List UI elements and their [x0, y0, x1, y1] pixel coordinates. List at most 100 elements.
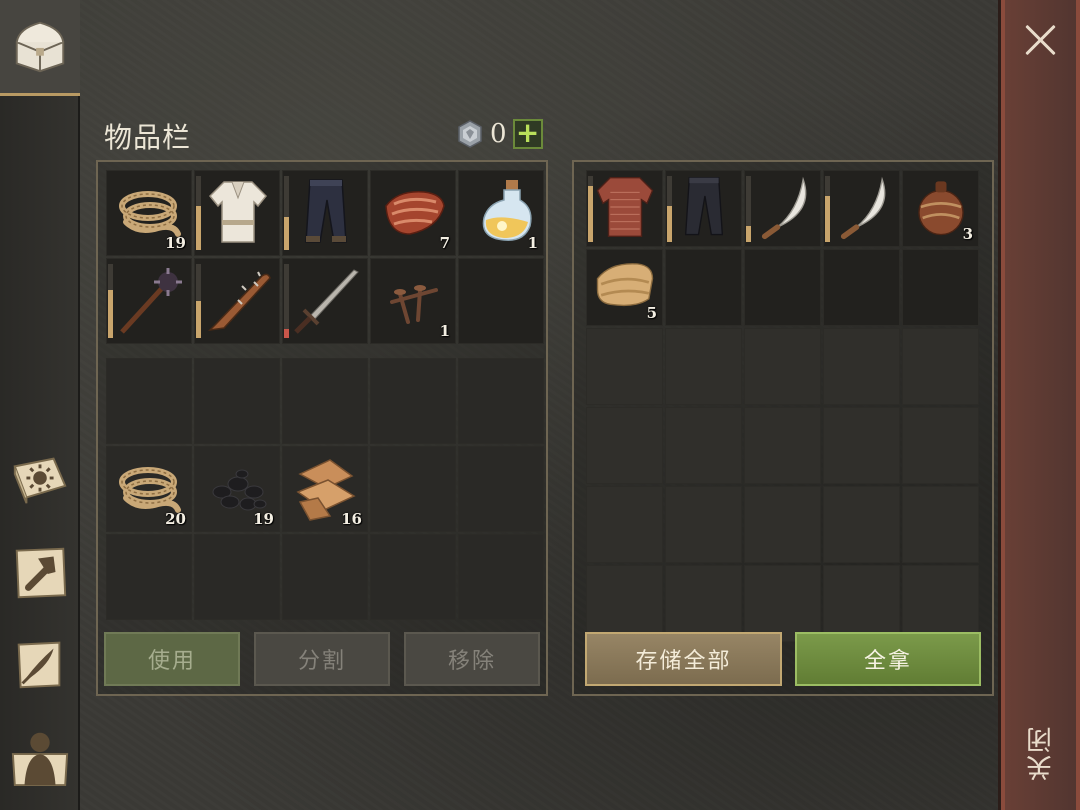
- empty-slot[interactable]: [458, 358, 544, 444]
- empty-slot[interactable]: [744, 328, 821, 405]
- item-quantity: 19: [165, 234, 186, 252]
- empty-slot[interactable]: [194, 358, 280, 444]
- empty-slot[interactable]: [744, 486, 821, 563]
- item-slot-coal[interactable]: 19: [194, 446, 280, 532]
- inventory-title: 物品栏: [104, 121, 192, 154]
- journal-sun-icon[interactable]: [8, 446, 72, 510]
- close-panel[interactable]: 关闭: [998, 0, 1080, 810]
- linen-shirt-icon: [202, 176, 274, 248]
- durability-bar: [196, 264, 201, 338]
- empty-slot[interactable]: [106, 358, 192, 444]
- sidebar: [0, 0, 80, 810]
- empty-slot[interactable]: [586, 328, 663, 405]
- empty-slot[interactable]: [194, 534, 280, 620]
- item-quantity: 1: [439, 322, 450, 340]
- empty-slot[interactable]: [665, 249, 742, 326]
- durability-bar: [284, 264, 289, 338]
- scroll-feather-icon[interactable]: [8, 632, 72, 696]
- empty-slot[interactable]: [370, 534, 456, 620]
- empty-slot[interactable]: [458, 446, 544, 532]
- item-slot-raw-meat[interactable]: 7: [370, 170, 456, 256]
- sidebar-tab-inventory[interactable]: [0, 0, 80, 96]
- inventory-grid: 19 7 1 1: [106, 170, 544, 344]
- durability-bar: [196, 176, 201, 250]
- item-slot-chainmail[interactable]: [586, 170, 663, 247]
- empty-slot[interactable]: [744, 565, 821, 642]
- empty-slot[interactable]: [823, 407, 900, 484]
- add-currency-button[interactable]: +: [512, 119, 543, 149]
- sickle-icon: [829, 174, 895, 240]
- item-slot-rope[interactable]: 20: [106, 446, 192, 532]
- item-slot-linen-shirt[interactable]: [194, 170, 280, 256]
- item-slot-potion-flask[interactable]: 1: [458, 170, 544, 256]
- durability-bar: [588, 176, 593, 242]
- item-slot-sickle[interactable]: [823, 170, 900, 247]
- currency-value: 0: [490, 119, 507, 149]
- empty-slot[interactable]: [586, 407, 663, 484]
- item-slot-cloth[interactable]: 5: [586, 249, 663, 326]
- item-slot-dark-trousers[interactable]: [665, 170, 742, 247]
- remove-button[interactable]: 移除: [404, 632, 540, 686]
- empty-slot[interactable]: [902, 407, 979, 484]
- empty-slot[interactable]: [744, 407, 821, 484]
- empty-slot[interactable]: [282, 358, 368, 444]
- empty-slot[interactable]: [106, 534, 192, 620]
- spiked-club-icon: [202, 264, 274, 336]
- empty-slot[interactable]: [823, 249, 900, 326]
- item-slot-sickle[interactable]: [744, 170, 821, 247]
- empty-slot[interactable]: [370, 446, 456, 532]
- durability-bar: [746, 176, 751, 242]
- item-quantity: 20: [165, 510, 186, 528]
- durability-bar: [667, 176, 672, 242]
- empty-slot[interactable]: [586, 565, 663, 642]
- item-slot-spiked-club[interactable]: [194, 258, 280, 344]
- inventory-panel: 19 7 1 1 20 19 16: [96, 160, 548, 696]
- empty-slot[interactable]: [458, 534, 544, 620]
- empty-slot[interactable]: [902, 486, 979, 563]
- empty-slot[interactable]: [902, 565, 979, 642]
- item-slot-sword[interactable]: [282, 258, 368, 344]
- empty-slot[interactable]: [823, 565, 900, 642]
- item-slot-waterskin[interactable]: 3: [902, 170, 979, 247]
- empty-slot[interactable]: [282, 534, 368, 620]
- durability-bar: [284, 176, 289, 250]
- empty-slot[interactable]: [823, 328, 900, 405]
- item-slot-rope[interactable]: 19: [106, 170, 192, 256]
- take-all-button[interactable]: 全拿: [795, 632, 981, 686]
- dark-trousers-icon: [671, 174, 737, 240]
- empty-slot[interactable]: [665, 486, 742, 563]
- empty-slot[interactable]: [744, 249, 821, 326]
- storage-grid: 35: [586, 170, 979, 642]
- chainmail-icon: [592, 174, 658, 240]
- currency-display: 0 +: [456, 118, 543, 150]
- durability-bar: [825, 176, 830, 242]
- item-slot-nails[interactable]: 1: [370, 258, 456, 344]
- item-slot-leather-scraps[interactable]: 16: [282, 446, 368, 532]
- empty-slot[interactable]: [902, 328, 979, 405]
- empty-slot[interactable]: [665, 407, 742, 484]
- item-quantity: 1: [527, 234, 538, 252]
- gem-coin-icon: [458, 120, 482, 148]
- bag-grid: 20 19 16: [106, 358, 544, 620]
- empty-slot[interactable]: [823, 486, 900, 563]
- item-slot-spiked-mace[interactable]: [106, 258, 192, 344]
- empty-slot[interactable]: [902, 249, 979, 326]
- item-quantity: 3: [962, 225, 973, 243]
- chest-icon[interactable]: [8, 14, 72, 78]
- item-quantity: 7: [439, 234, 450, 252]
- use-button[interactable]: 使用: [104, 632, 240, 686]
- empty-slot[interactable]: [665, 565, 742, 642]
- close-label[interactable]: 关闭: [1021, 718, 1061, 788]
- item-slot-trousers[interactable]: [282, 170, 368, 256]
- store-all-button[interactable]: 存储全部: [585, 632, 782, 686]
- empty-slot[interactable]: [458, 258, 544, 344]
- empty-slot[interactable]: [586, 486, 663, 563]
- character-icon[interactable]: [8, 724, 72, 788]
- trousers-icon: [290, 176, 362, 248]
- empty-slot[interactable]: [370, 358, 456, 444]
- hammer-icon[interactable]: [8, 540, 72, 604]
- sword-icon: [290, 264, 362, 336]
- close-icon[interactable]: [1023, 22, 1059, 58]
- split-button[interactable]: 分割: [254, 632, 390, 686]
- empty-slot[interactable]: [665, 328, 742, 405]
